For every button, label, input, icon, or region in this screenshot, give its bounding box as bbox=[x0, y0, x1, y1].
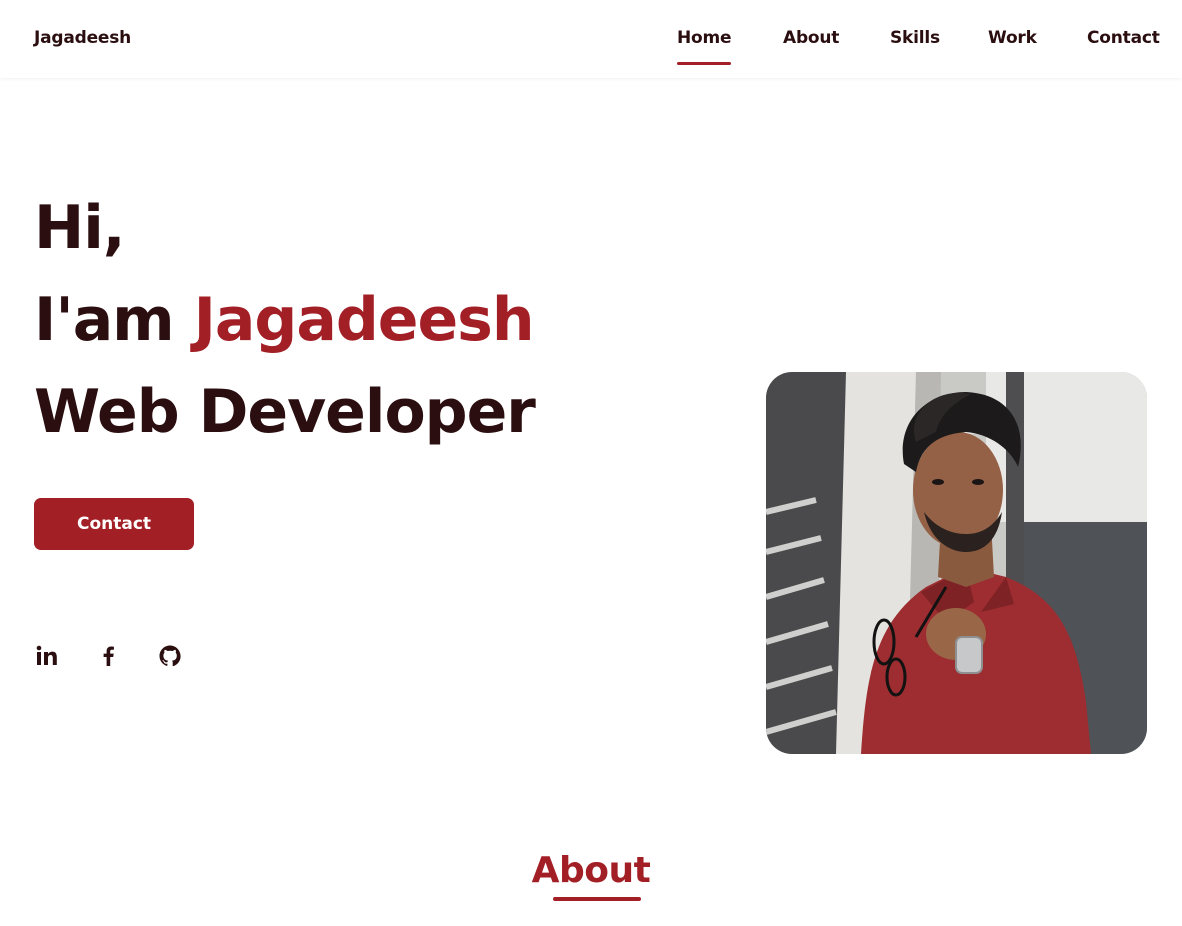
about-section-title: About bbox=[0, 850, 1182, 897]
linkedin-icon bbox=[36, 645, 57, 665]
facebook-link[interactable] bbox=[96, 643, 122, 669]
hero-intro-prefix: I'am bbox=[34, 285, 175, 355]
nav-home[interactable]: Home bbox=[677, 28, 732, 65]
linkedin-link[interactable] bbox=[34, 643, 60, 669]
hero-name: Jagadeesh bbox=[193, 285, 535, 355]
nav-work[interactable]: Work bbox=[988, 28, 1037, 48]
contact-button[interactable]: Contact bbox=[34, 498, 194, 550]
main-nav: Home About Skills Work Contact bbox=[0, 28, 1182, 68]
profile-photo bbox=[766, 372, 1147, 754]
facebook-icon bbox=[103, 646, 114, 666]
nav-skills[interactable]: Skills bbox=[890, 28, 940, 48]
hero-role: Web Developer bbox=[34, 377, 536, 447]
hero-greeting: Hi, bbox=[34, 193, 126, 263]
site-header: Jagadeesh Home About Skills Work Contact bbox=[0, 0, 1182, 78]
nav-about[interactable]: About bbox=[783, 28, 839, 48]
github-link[interactable] bbox=[157, 643, 183, 669]
about-title: About bbox=[531, 850, 651, 891]
profile-photo-illustration bbox=[766, 372, 1147, 754]
social-links bbox=[34, 643, 194, 669]
about-title-underline bbox=[553, 897, 641, 901]
github-icon bbox=[159, 645, 181, 667]
nav-contact[interactable]: Contact bbox=[1087, 28, 1160, 48]
hero-intro: I'am Jagadeesh bbox=[34, 274, 535, 366]
hero-heading: Hi, I'am Jagadeesh Web Developer bbox=[34, 182, 536, 458]
